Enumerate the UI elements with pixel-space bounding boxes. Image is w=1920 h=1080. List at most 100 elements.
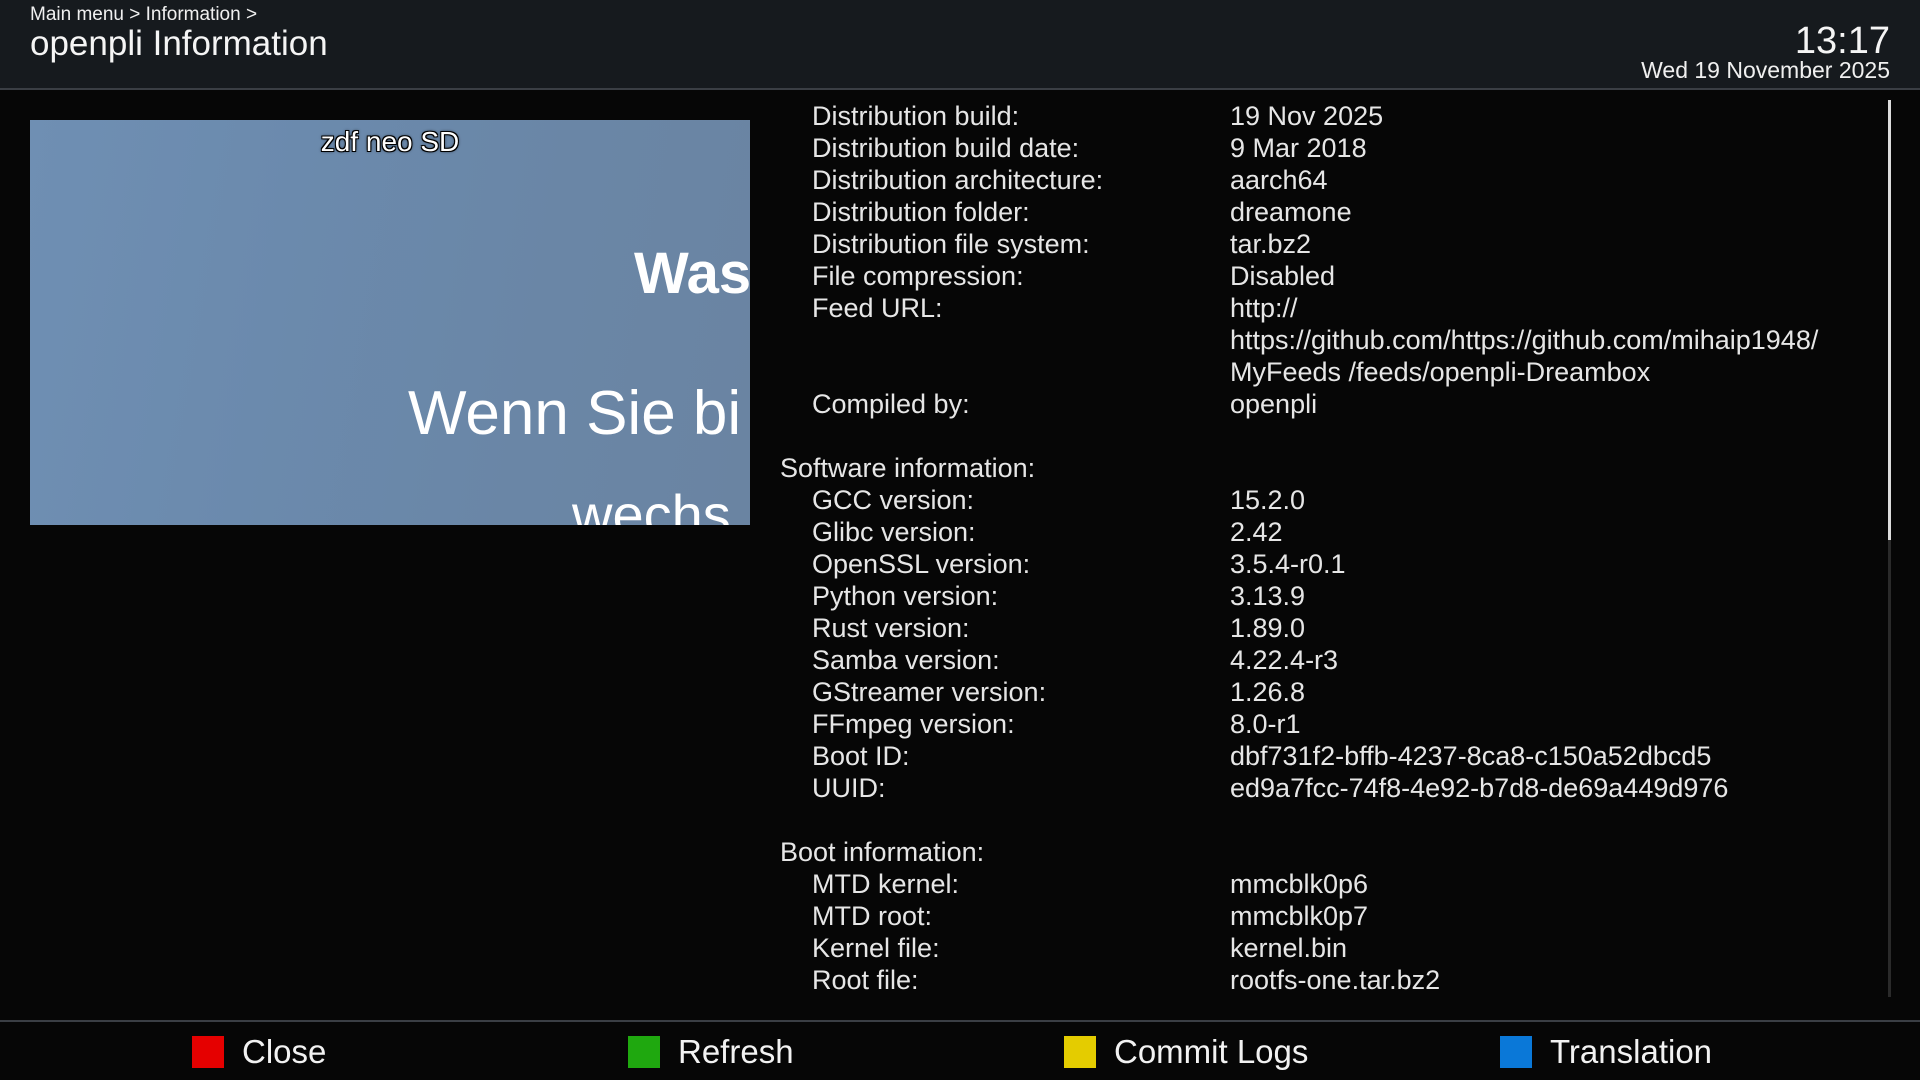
clock-date: Wed 19 November 2025 xyxy=(1641,57,1890,83)
info-label: Boot ID: xyxy=(812,741,910,771)
tv-preview-window: zdf neo SD Was Wenn Sie bi wechs xyxy=(30,120,750,525)
info-value: ed9a7fcc-74f8-4e92-b7d8-de69a449d976 xyxy=(1230,773,1729,803)
info-row: Compiled by: openpli xyxy=(780,388,1880,420)
info-row: Samba version: 4.22.4-r3 xyxy=(780,644,1880,676)
info-row: https://github.com/https://github.com/mi… xyxy=(780,324,1880,356)
info-row: Distribution folder: dreamone xyxy=(780,196,1880,228)
info-row: Distribution file system: tar.bz2 xyxy=(780,228,1880,260)
info-label: Distribution architecture: xyxy=(812,165,1104,195)
info-row: Kernel file: kernel.bin xyxy=(780,932,1880,964)
info-list[interactable]: Distribution build: 19 Nov 2025 Distributi… xyxy=(780,100,1880,1000)
info-row: MTD kernel: mmcblk0p6 xyxy=(780,868,1880,900)
info-label: Python version: xyxy=(812,581,999,611)
info-value: http:// xyxy=(1230,293,1298,323)
info-label: MTD kernel: xyxy=(812,869,960,899)
commit-logs-button[interactable]: Commit Logs xyxy=(1064,1033,1309,1070)
info-value: 3.5.4-r0.1 xyxy=(1230,549,1346,579)
info-value: 3.13.9 xyxy=(1230,581,1306,611)
info-row: FFmpeg version: 8.0-r1 xyxy=(780,708,1880,740)
info-label: UUID: xyxy=(812,773,886,803)
info-label: OpenSSL version: xyxy=(812,549,1031,579)
refresh-button[interactable]: Refresh xyxy=(628,1033,794,1070)
info-label: FFmpeg version: xyxy=(812,709,1015,739)
info-value: 1.26.8 xyxy=(1230,677,1306,707)
info-row: UUID: ed9a7fcc-74f8-4e92-b7d8-de69a449d97… xyxy=(780,772,1880,804)
info-label: Feed URL: xyxy=(812,293,943,323)
info-row: MTD root: mmcblk0p7 xyxy=(780,900,1880,932)
info-value: openpli xyxy=(1230,389,1318,419)
info-screen: Main menu > Information > openpli Inform… xyxy=(0,0,1920,1080)
info-value: 2.42 xyxy=(1230,517,1283,547)
info-value: kernel.bin xyxy=(1230,933,1348,963)
tv-channel-name: zdf neo SD xyxy=(320,126,460,157)
info-row: Boot ID: dbf731f2-bffb-4237-8ca8-c150a52d… xyxy=(780,740,1880,772)
info-value: 4.22.4-r3 xyxy=(1230,645,1339,675)
info-row: File compression: Disabled xyxy=(780,260,1880,292)
info-value: Disabled xyxy=(1230,261,1336,291)
close-button[interactable]: Close xyxy=(192,1033,327,1070)
info-label: Kernel file: xyxy=(812,933,940,963)
info-label: Distribution file system: xyxy=(812,229,1090,259)
section-title: Boot information: xyxy=(780,837,985,867)
info-value: tar.bz2 xyxy=(1230,229,1312,259)
section-header: Software information: xyxy=(780,452,1880,484)
info-value: mmcblk0p6 xyxy=(1230,869,1369,899)
section-title: Software information: xyxy=(780,453,1036,483)
info-label: GStreamer version: xyxy=(812,677,1047,707)
info-label: Rust version: xyxy=(812,613,970,643)
info-row: Distribution build date: 9 Mar 2018 xyxy=(780,132,1880,164)
info-row: Feed URL: http:// xyxy=(780,292,1880,324)
section-header: Boot information: xyxy=(780,836,1880,868)
tv-overlay-text: wechs xyxy=(572,483,731,525)
info-value: 15.2.0 xyxy=(1230,485,1306,515)
green-key-icon xyxy=(628,1036,660,1068)
info-label: Glibc version: xyxy=(812,517,976,547)
info-value: 1.89.0 xyxy=(1230,613,1306,643)
blue-key-icon xyxy=(1500,1036,1532,1068)
refresh-button-label: Refresh xyxy=(678,1033,794,1070)
info-label: Distribution folder: xyxy=(812,197,1030,227)
info-row: Distribution build: 19 Nov 2025 xyxy=(780,100,1880,132)
tv-overlay-text: Was xyxy=(634,241,750,306)
info-value: 19 Nov 2025 xyxy=(1230,101,1384,131)
info-label: Compiled by: xyxy=(812,389,970,419)
info-label: Distribution build date: xyxy=(812,133,1080,163)
info-value: MyFeeds /feeds/openpli-Dreambox xyxy=(1230,357,1651,387)
close-button-label: Close xyxy=(242,1033,327,1070)
info-row: Rust version: 1.89.0 xyxy=(780,612,1880,644)
info-row: GStreamer version: 1.26.8 xyxy=(780,676,1880,708)
info-value: dbf731f2-bffb-4237-8ca8-c150a52dbcd5 xyxy=(1230,741,1712,771)
header-bar: Main menu > Information > openpli Inform… xyxy=(0,0,1920,90)
info-row: GCC version: 15.2.0 xyxy=(780,484,1880,516)
info-value: https://github.com/https://github.com/mi… xyxy=(1230,325,1819,355)
color-button-bar: Close Refresh Commit Logs Translation xyxy=(0,1020,1920,1080)
tv-overlay-text: Wenn Sie bi xyxy=(408,379,742,448)
info-row: OpenSSL version: 3.5.4-r0.1 xyxy=(780,548,1880,580)
red-key-icon xyxy=(192,1036,224,1068)
info-row: Glibc version: 2.42 xyxy=(780,516,1880,548)
info-label: Samba version: xyxy=(812,645,1000,675)
translation-button[interactable]: Translation xyxy=(1500,1033,1713,1070)
page-title: openpli Information xyxy=(30,24,328,63)
info-label: File compression: xyxy=(812,261,1024,291)
yellow-key-icon xyxy=(1064,1036,1096,1068)
info-value: mmcblk0p7 xyxy=(1230,901,1369,931)
info-label: MTD root: xyxy=(812,901,933,931)
info-row: MyFeeds /feeds/openpli-Dreambox xyxy=(780,356,1880,388)
info-value: aarch64 xyxy=(1230,165,1328,195)
scrollbar-thumb[interactable] xyxy=(1888,100,1891,540)
info-value: 9 Mar 2018 xyxy=(1230,133,1367,163)
info-row: Root file: rootfs-one.tar.bz2 xyxy=(780,964,1880,996)
translation-button-label: Translation xyxy=(1550,1033,1713,1070)
scrollbar[interactable] xyxy=(1888,100,1891,997)
info-row: Distribution architecture: aarch64 xyxy=(780,164,1880,196)
info-label: GCC version: xyxy=(812,485,975,515)
info-row: Python version: 3.13.9 xyxy=(780,580,1880,612)
info-value: 8.0-r1 xyxy=(1230,709,1301,739)
info-label: Distribution build: xyxy=(812,101,1020,131)
breadcrumb: Main menu > Information > xyxy=(30,4,258,25)
commit-logs-button-label: Commit Logs xyxy=(1114,1033,1309,1070)
info-value: dreamone xyxy=(1230,197,1352,227)
